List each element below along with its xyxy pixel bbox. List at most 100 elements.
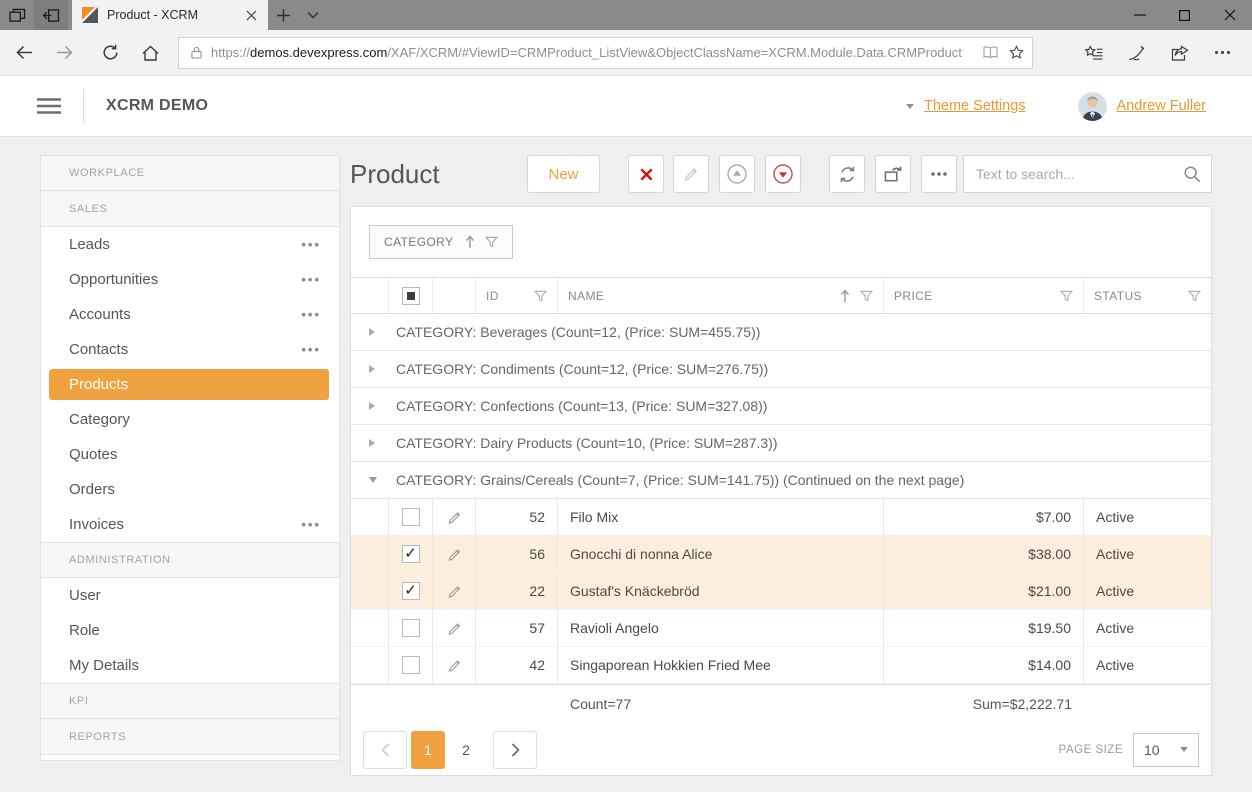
sidebar-item-user[interactable]: User <box>41 578 339 613</box>
url-text[interactable]: https://demos.devexpress.com/XAF/XCRM/#V… <box>211 45 972 60</box>
row-edit-icon[interactable] <box>433 647 476 683</box>
item-context-menu-icon[interactable]: ••• <box>301 311 321 319</box>
row-checkbox[interactable]: ✓ <box>402 545 420 563</box>
table-row[interactable]: ✓ 57 Ravioli Angelo $19.50 Active <box>351 610 1211 647</box>
column-header-price[interactable]: PRICE <box>884 278 1084 313</box>
export-button[interactable] <box>875 155 911 193</box>
next-page-button[interactable] <box>493 731 537 769</box>
filter-funnel-icon[interactable] <box>1060 290 1073 302</box>
favorites-hub-icon[interactable] <box>1072 45 1115 61</box>
filter-funnel-icon[interactable] <box>1188 290 1201 302</box>
delete-button[interactable] <box>628 155 664 193</box>
tab-preview-icon[interactable] <box>0 0 34 30</box>
group-row-dairy-products[interactable]: CATEGORY: Dairy Products (Count=10, (Pri… <box>351 425 1211 462</box>
table-row[interactable]: ✓ 56 Gnocchi di nonna Alice $38.00 Activ… <box>351 536 1211 573</box>
sidebar-group-reports[interactable]: REPORTS <box>41 719 339 755</box>
sidebar-item-my-details[interactable]: My Details <box>41 648 339 683</box>
reading-view-icon[interactable] <box>982 46 999 59</box>
edit-button[interactable] <box>673 155 709 193</box>
back-button[interactable] <box>4 45 44 60</box>
item-context-menu-icon[interactable]: ••• <box>301 521 321 529</box>
more-options-icon[interactable] <box>1201 45 1244 61</box>
row-checkbox[interactable]: ✓ <box>402 656 420 674</box>
group-row-condiments[interactable]: CATEGORY: Condiments (Count=12, (Price: … <box>351 351 1211 388</box>
sidebar-item-category[interactable]: Category <box>41 402 339 437</box>
new-tab-button[interactable] <box>268 0 298 30</box>
item-context-menu-icon[interactable]: ••• <box>301 241 321 249</box>
sidebar-item-accounts[interactable]: Accounts••• <box>41 297 339 332</box>
sidebar-item-products[interactable]: Products <box>49 369 329 400</box>
sidebar-item-orders[interactable]: Orders <box>41 472 339 507</box>
table-row[interactable]: ✓ 52 Filo Mix $7.00 Active <box>351 499 1211 536</box>
column-header-status[interactable]: STATUS <box>1084 278 1211 313</box>
annotate-pen-icon[interactable] <box>1115 45 1158 61</box>
window-maximize-button[interactable] <box>1162 0 1207 30</box>
expand-arrow-icon[interactable] <box>369 328 375 336</box>
page-2-button[interactable]: 2 <box>449 731 483 769</box>
sidebar-item-invoices[interactable]: Invoices••• <box>41 507 339 542</box>
search-input[interactable] <box>976 166 1183 182</box>
item-context-menu-icon[interactable]: ••• <box>301 276 321 284</box>
row-checkbox[interactable]: ✓ <box>402 508 420 526</box>
set-tabs-aside-icon[interactable] <box>34 0 68 30</box>
page-size-dropdown[interactable]: 10 <box>1133 733 1199 767</box>
refresh-grid-button[interactable] <box>829 155 865 193</box>
table-row[interactable]: ✓ 22 Gustaf's Knäckebröd $21.00 Active <box>351 573 1211 610</box>
window-minimize-button[interactable] <box>1117 0 1162 30</box>
collapse-all-button[interactable] <box>719 155 755 193</box>
column-header-name[interactable]: NAME <box>558 278 884 313</box>
theme-settings-link[interactable]: Theme Settings <box>924 98 1026 114</box>
expand-arrow-icon[interactable] <box>369 439 375 447</box>
sidebar-group-administration[interactable]: ADMINISTRATION <box>41 542 339 578</box>
forward-button[interactable] <box>44 45 84 60</box>
refresh-button[interactable] <box>90 44 130 61</box>
prev-page-button[interactable] <box>363 731 407 769</box>
more-commands-button[interactable] <box>921 155 957 193</box>
row-edit-icon[interactable] <box>433 573 476 609</box>
row-edit-icon[interactable] <box>433 499 476 535</box>
expand-arrow-icon[interactable] <box>369 365 375 373</box>
sidebar-item-leads[interactable]: Leads••• <box>41 227 339 262</box>
add-favorite-star-icon[interactable] <box>1009 45 1024 60</box>
window-close-button[interactable] <box>1207 0 1252 30</box>
filter-funnel-icon[interactable] <box>534 290 547 302</box>
item-context-menu-icon[interactable]: ••• <box>301 346 321 354</box>
home-button[interactable] <box>130 45 170 61</box>
group-by-category-chip[interactable]: CATEGORY <box>369 225 513 259</box>
address-bar[interactable]: https://demos.devexpress.com/XAF/XCRM/#V… <box>178 37 1033 69</box>
expand-all-button[interactable] <box>765 155 801 193</box>
expand-arrow-icon[interactable] <box>369 402 375 410</box>
sort-ascending-icon[interactable] <box>465 235 475 249</box>
sidebar-item-quotes[interactable]: Quotes <box>41 437 339 472</box>
row-checkbox[interactable]: ✓ <box>402 582 420 600</box>
share-icon[interactable] <box>1158 45 1201 61</box>
browser-tab[interactable]: Product - XCRM <box>72 0 268 30</box>
sidebar-group-kpi[interactable]: KPI <box>41 683 339 719</box>
collapse-arrow-icon[interactable] <box>369 477 377 483</box>
filter-funnel-icon[interactable] <box>860 290 873 302</box>
user-name-link[interactable]: Andrew Fuller <box>1117 98 1206 114</box>
tab-list-chevron-icon[interactable] <box>298 0 328 30</box>
sort-ascending-icon[interactable] <box>840 289 850 303</box>
sidebar-item-role[interactable]: Role <box>41 613 339 648</box>
page-1-button[interactable]: 1 <box>411 731 445 769</box>
group-row-grains-cereals[interactable]: CATEGORY: Grains/Cereals (Count=7, (Pric… <box>351 462 1211 499</box>
sidebar-item-contacts[interactable]: Contacts••• <box>41 332 339 367</box>
tab-close-icon[interactable] <box>242 6 260 24</box>
group-row-beverages[interactable]: CATEGORY: Beverages (Count=12, (Price: S… <box>351 314 1211 351</box>
table-row[interactable]: ✓ 42 Singaporean Hokkien Fried Mee $14.0… <box>351 647 1211 684</box>
new-button[interactable]: New <box>527 155 600 193</box>
row-edit-icon[interactable] <box>433 610 476 646</box>
column-header-id[interactable]: ID <box>476 278 558 313</box>
row-edit-icon[interactable] <box>433 536 476 572</box>
search-icon[interactable] <box>1183 165 1201 183</box>
select-all-checkbox[interactable] <box>389 278 433 313</box>
sidebar-group-workplace[interactable]: WORKPLACE <box>41 155 339 191</box>
theme-settings-caret-icon[interactable] <box>906 104 914 109</box>
sidebar-group-sales[interactable]: SALES <box>41 191 339 227</box>
menu-hamburger-icon[interactable] <box>37 98 61 114</box>
row-checkbox[interactable]: ✓ <box>402 619 420 637</box>
filter-funnel-icon[interactable] <box>485 236 498 248</box>
user-avatar[interactable] <box>1078 92 1107 121</box>
sidebar-item-opportunities[interactable]: Opportunities••• <box>41 262 339 297</box>
